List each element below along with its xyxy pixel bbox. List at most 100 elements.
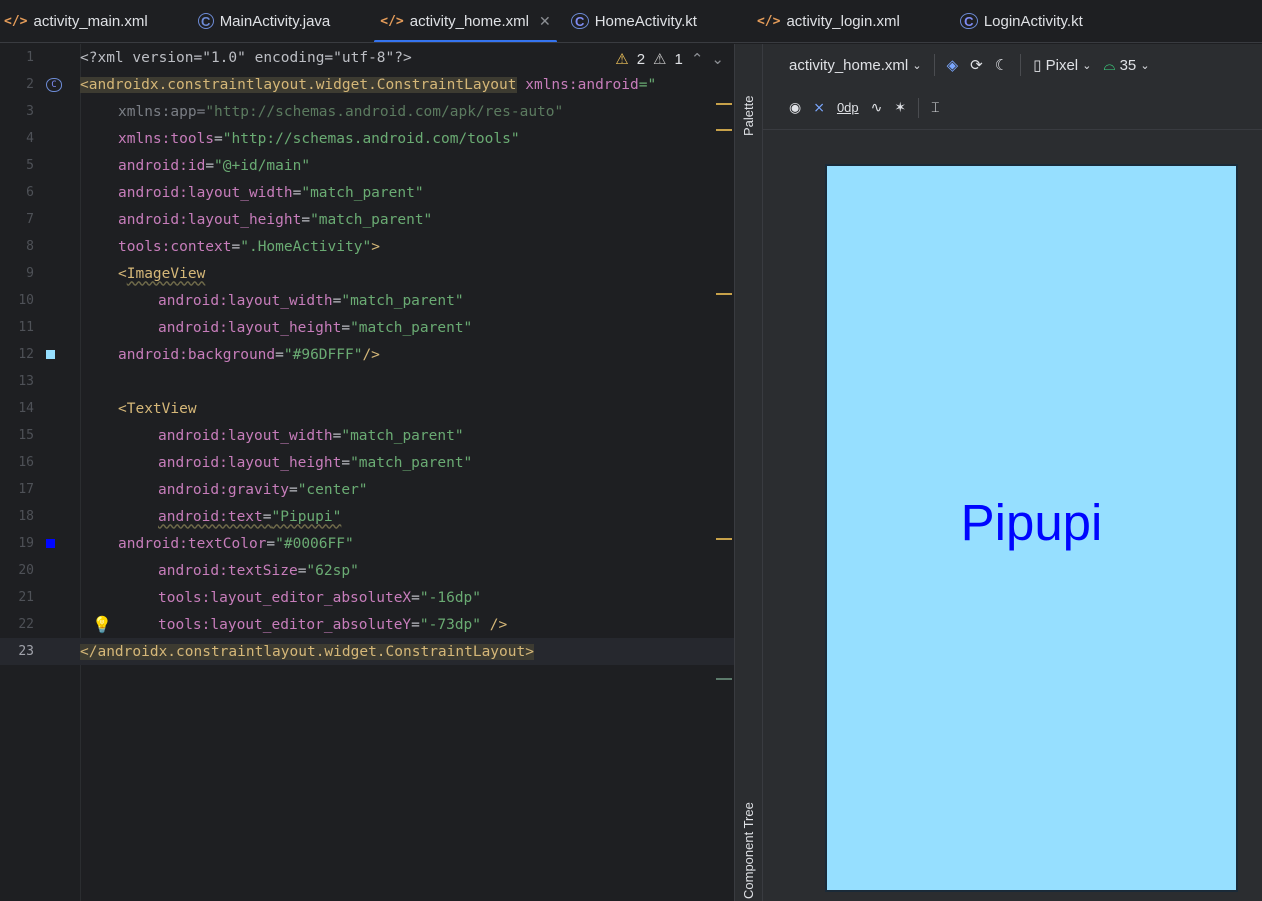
code-token: android:background [118,346,276,363]
line-number: 22 [18,617,34,632]
kotlin-class-icon[interactable]: C [40,71,80,98]
code-line: 3 xmlns:app="http://schemas.android.com/… [0,98,734,125]
code-text: android:background="#96DFFF"/> [80,347,380,363]
layout-design-pane: activity_home.xml ⌄ ◈ ⟳ ☾ ▯ Pixel ⌄ ⌓ 35… [763,44,1262,901]
tab-home-activity-kt[interactable]: C HomeActivity.kt [561,0,707,42]
color-swatch-icon[interactable] [40,530,80,557]
default-margins[interactable]: 0dp [837,100,859,115]
eye-icon[interactable]: ◉ [789,99,801,116]
chevron-down-icon: ⌄ [1140,59,1150,72]
code-token: "match_parent" [301,184,424,201]
code-token: <androidx.constraintlayout.widget.Constr… [80,76,517,93]
code-token: "-73dp" [419,616,482,633]
code-token: = [411,589,420,606]
device-dropdown[interactable]: ▯ Pixel ⌄ [1033,56,1092,75]
code-line: 1 <?xml version="1.0" encoding="utf-8"?> [0,44,734,71]
code-line: 19 android:textColor="#0006FF" [0,530,734,557]
line-number: 23 [18,644,34,659]
tab-login-activity-kt[interactable]: C LoginActivity.kt [950,0,1093,42]
baseline-icon[interactable]: ⌶ [931,99,939,116]
palette-label: Palette [741,95,756,136]
tab-label: MainActivity.java [219,12,331,30]
code-token: < [118,265,127,282]
line-number: 14 [18,401,34,416]
code-text: android:layout_width="match_parent" [80,185,424,201]
api-label: 35 [1119,56,1137,74]
clear-constraints-icon[interactable]: ∿ [871,99,883,116]
line-number: 1 [26,50,34,65]
chevron-down-icon: ⌄ [1082,59,1092,72]
editor-tab-bar: </> activity_main.xml C MainActivity.jav… [0,0,1262,43]
line-number: 3 [26,104,34,119]
tab-activity-login-xml[interactable]: </> activity_login.xml [747,0,910,42]
line-number: 21 [18,590,34,605]
night-mode-icon[interactable]: ☾ [995,56,1008,74]
kotlin-class-icon: C [959,13,978,29]
tab-activity-home-xml[interactable]: </> activity_home.xml ✕ [370,0,560,42]
code-text: android:text="Pipupi" [80,509,341,525]
code-token: android:layout_height [118,211,302,228]
code-line: 20 android:textSize="62sp" [0,557,734,584]
code-token: android:layout_height [158,454,342,471]
orientation-icon[interactable]: ⟳ [970,56,983,74]
layers-icon[interactable]: ◈ [947,56,959,74]
code-token: = [214,130,223,147]
code-token: ".HomeActivity" [240,238,372,255]
code-text: tools:context=".HomeActivity"> [80,239,380,255]
design-canvas[interactable]: Pipupi [763,131,1262,901]
lightbulb-icon[interactable]: 💡 [92,615,112,634]
code-token: "#0006FF" [275,535,354,552]
line-number: 16 [18,455,34,470]
code-token: tools:layout_editor_absoluteX [158,589,412,606]
error-stripe-mark[interactable] [716,678,732,680]
code-token: "Pipupi" [271,508,342,525]
line-number: 7 [26,212,34,227]
code-token: = [301,211,311,228]
code-token: = [341,454,351,471]
code-token: = [275,346,284,363]
code-token: /> [481,616,508,633]
phone-icon: ▯ [1033,57,1042,74]
code-line: 2 C <androidx.constraintlayout.widget.Co… [0,71,734,98]
code-token: = [288,481,298,498]
code-text: <androidx.constraintlayout.widget.Constr… [80,76,656,93]
code-text: android:textColor="#0006FF" [80,536,354,552]
code-line: 14 <TextView [0,395,734,422]
tab-label: HomeActivity.kt [594,12,697,30]
preview-textview[interactable]: Pipupi [827,166,1236,890]
line-number: 5 [26,158,34,173]
code-token: </androidx.constraintlayout.widget.Const… [80,643,534,660]
code-line: 9 <ImageView [0,260,734,287]
code-token: android:id [118,157,206,174]
component-tree-tab[interactable]: Component Tree [741,802,756,899]
device-preview[interactable]: Pipupi [825,164,1238,892]
code-line: 13 [0,368,734,395]
code-text: <?xml version="1.0" encoding="utf-8"?> [80,50,412,66]
api-dropdown[interactable]: ⌓ 35 ⌄ [1104,57,1150,74]
tab-activity-main-xml[interactable]: </> activity_main.xml [0,0,158,42]
magnet-icon[interactable]: ⨯ [813,99,825,116]
toolbar-separator [918,97,920,118]
palette-tab[interactable]: Palette [741,96,756,136]
code-token: android:layout_height [158,319,342,336]
line-number: 9 [26,266,34,281]
color-swatch-icon[interactable] [40,341,80,368]
code-token: "#96DFFF" [283,346,363,363]
close-icon[interactable]: ✕ [539,13,551,30]
margin-value: 0dp [836,100,859,115]
code-token: /> [362,346,380,363]
line-number: 2 [26,77,34,92]
code-text: </androidx.constraintlayout.widget.Const… [80,643,534,660]
code-token: > [371,238,380,255]
code-text: android:layout_height="match_parent" [80,455,472,471]
tab-label: activity_home.xml [409,12,529,30]
code-token: "match_parent" [350,454,473,471]
code-text: xmlns:tools="http://schemas.android.com/… [80,131,520,147]
code-token: = [196,103,206,120]
code-token: "62sp" [306,562,359,579]
code-token: = [262,508,272,525]
tab-main-activity-java[interactable]: C MainActivity.java [188,0,341,42]
infer-constraints-icon[interactable]: ✶ [894,99,906,116]
file-dropdown[interactable]: activity_home.xml ⌄ [789,57,922,74]
code-editor[interactable]: ⚠ 2 ⚠ 1 ⌃ ⌄ 1 <?xml version="1.0" encoding… [0,44,734,901]
